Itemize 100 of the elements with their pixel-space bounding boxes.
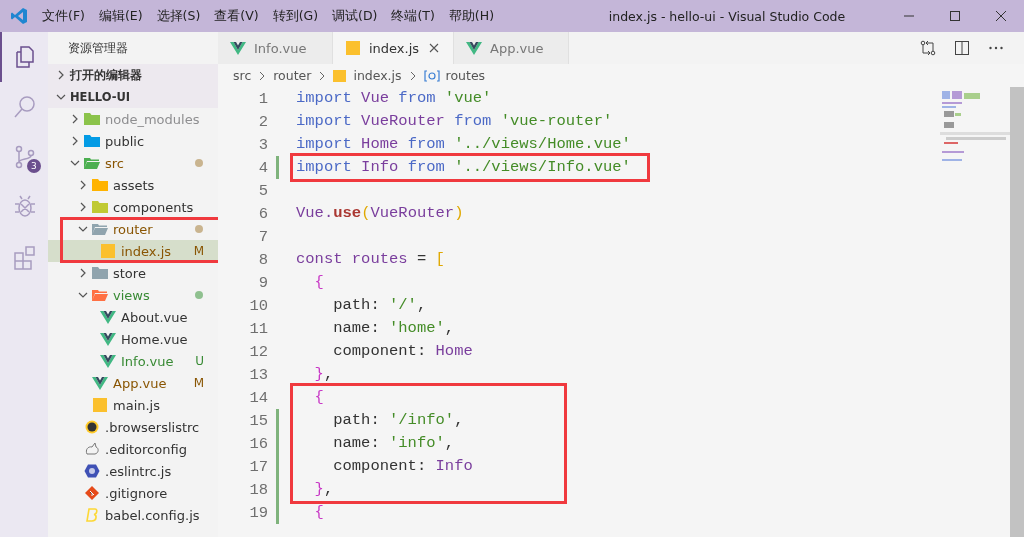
tree-item[interactable]: store xyxy=(48,262,218,284)
menu-item[interactable]: 调试(D) xyxy=(332,7,378,25)
close-icon[interactable] xyxy=(995,10,1007,22)
file-name: node_modules xyxy=(105,111,201,127)
circle-icon xyxy=(84,420,100,434)
file-name: assets xyxy=(113,177,156,193)
file-name: About.vue xyxy=(121,309,189,325)
tree-item[interactable]: .gitignore xyxy=(48,482,218,504)
file-name: HELLO-UI xyxy=(70,90,132,104)
file-name: src xyxy=(105,155,125,171)
editor-tab[interactable]: App.vue xyxy=(454,32,569,64)
code-line: import Info from '../views/Info.vue' xyxy=(296,158,631,176)
js-file-icon xyxy=(92,398,108,412)
section-header[interactable]: 打开的编辑器 xyxy=(48,64,218,86)
file-name: Home.vue xyxy=(121,331,189,347)
count-badge: 3 xyxy=(27,159,41,173)
rabbit-icon xyxy=(84,442,100,456)
scm-activity-button[interactable]: 3 xyxy=(0,132,48,182)
close-icon[interactable] xyxy=(429,43,439,53)
git-status-letter: U xyxy=(195,354,204,368)
file-name: 打开的编辑器 xyxy=(70,67,143,83)
tree-item[interactable]: babel.config.js xyxy=(48,504,218,526)
file-name: .gitignore xyxy=(105,485,169,501)
vue-file-icon xyxy=(100,354,116,368)
code-line: path: '/info', xyxy=(332,411,464,429)
code-line: import Vue from 'vue' xyxy=(296,89,492,107)
breadcrumb-item[interactable]: routes xyxy=(445,68,486,83)
scrollbar[interactable] xyxy=(1010,87,1024,537)
file-name: App.vue xyxy=(113,375,168,391)
line-number: 19 xyxy=(248,503,268,522)
folder-icon xyxy=(92,288,108,302)
vscode-logo-icon xyxy=(10,7,28,25)
menu-item[interactable]: 文件(F) xyxy=(42,7,85,25)
vue-file-icon xyxy=(230,41,246,55)
menu-item[interactable]: 转到(G) xyxy=(272,7,319,25)
line-number: 16 xyxy=(248,434,268,453)
line-number: 9 xyxy=(257,273,268,292)
file-name: store xyxy=(113,265,147,281)
tree-item[interactable]: Home.vue xyxy=(48,328,218,350)
js-file-icon xyxy=(345,41,361,55)
vue-file-icon xyxy=(92,376,108,390)
panel-title: 资源管理器 xyxy=(67,40,129,57)
line-number: 12 xyxy=(248,342,268,361)
editor-tab[interactable]: Info.vue xyxy=(218,32,333,64)
line-number: 13 xyxy=(248,365,268,384)
section-header[interactable]: HELLO-UI xyxy=(48,86,218,108)
git-icon xyxy=(84,486,100,500)
tree-item[interactable]: assets xyxy=(48,174,218,196)
split-editor-icon[interactable] xyxy=(954,40,970,56)
chevron-right-icon xyxy=(408,70,417,81)
code-line: { xyxy=(313,503,324,521)
tree-item[interactable]: Info.vue U xyxy=(48,350,218,372)
folder-icon xyxy=(92,200,108,214)
code-line: }, xyxy=(313,480,334,498)
breadcrumb-item[interactable]: router xyxy=(273,68,312,83)
code-line: { xyxy=(313,388,324,406)
maximize-icon[interactable] xyxy=(949,10,961,22)
file-name: components xyxy=(113,199,195,215)
tree-item[interactable]: About.vue xyxy=(48,306,218,328)
line-number: 11 xyxy=(248,319,268,338)
line-number: 17 xyxy=(248,457,268,476)
line-number: 1 xyxy=(257,89,268,108)
line-number: 3 xyxy=(257,135,268,154)
menu-item[interactable]: 查看(V) xyxy=(214,7,259,25)
tree-item[interactable]: router xyxy=(48,218,218,240)
menu-item[interactable]: 编辑(E) xyxy=(98,7,143,25)
code-line: import VueRouter from 'vue-router' xyxy=(296,112,613,130)
tree-item[interactable]: main.js xyxy=(48,394,218,416)
tree-item[interactable]: .editorconfig xyxy=(48,438,218,460)
file-name: index.js xyxy=(121,243,173,259)
file-name: babel.config.js xyxy=(105,507,201,523)
file-name: views xyxy=(113,287,151,303)
line-number: 10 xyxy=(248,296,268,315)
tree-item[interactable]: App.vue M xyxy=(48,372,218,394)
window-title: index.js - hello-ui - Visual Studio Code xyxy=(607,8,847,24)
tree-item[interactable]: components xyxy=(48,196,218,218)
line-number: 6 xyxy=(257,204,268,223)
code-line: Vue.use(VueRouter) xyxy=(296,204,464,222)
git-status-letter: M xyxy=(193,244,204,258)
tree-item[interactable]: views xyxy=(48,284,218,306)
code-line: name: 'info', xyxy=(332,434,455,452)
menu-item[interactable]: 终端(T) xyxy=(391,7,435,25)
tree-item[interactable]: src xyxy=(48,152,218,174)
folder-icon xyxy=(84,134,100,148)
folder-icon xyxy=(92,266,108,280)
code-line: }, xyxy=(313,365,334,383)
folder-icon xyxy=(92,222,108,236)
tree-item[interactable]: .browserslistrc xyxy=(48,416,218,438)
line-number: 2 xyxy=(257,112,268,131)
line-number: 15 xyxy=(248,411,268,430)
line-number: 8 xyxy=(257,250,268,269)
tree-item[interactable]: public xyxy=(48,130,218,152)
compare-changes-icon[interactable] xyxy=(920,40,936,56)
breadcrumb-item[interactable]: index.js xyxy=(353,68,402,83)
menu-item[interactable]: 选择(S) xyxy=(156,7,201,25)
tree-item[interactable]: .eslintrc.js xyxy=(48,460,218,482)
menu-item[interactable]: 帮助(H) xyxy=(448,7,494,25)
file-name: router xyxy=(113,221,154,237)
breadcrumb-item[interactable]: src xyxy=(233,68,252,83)
code-line: name: 'home', xyxy=(332,319,455,337)
